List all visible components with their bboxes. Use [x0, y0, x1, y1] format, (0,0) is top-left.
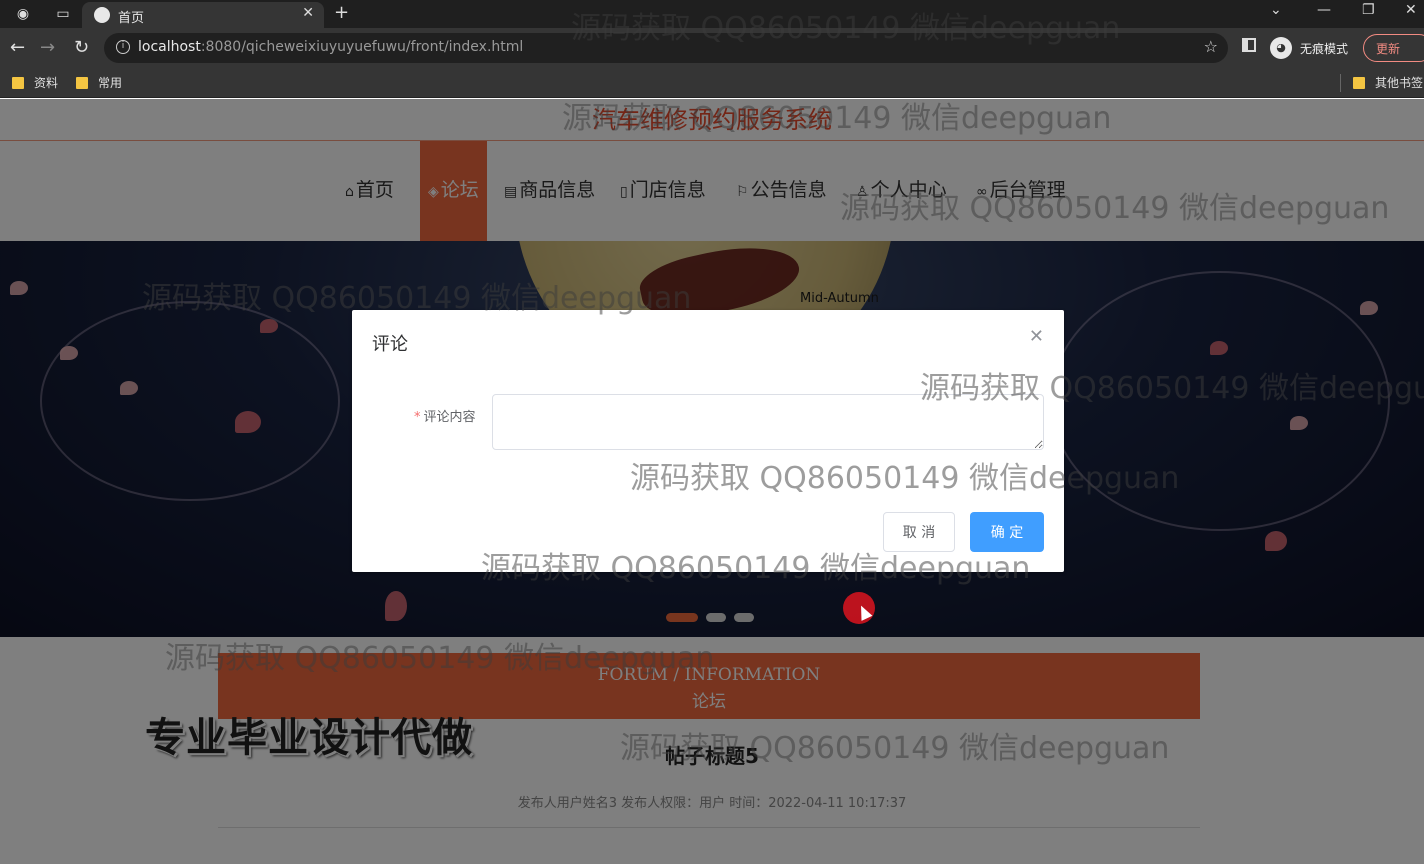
url-text[interactable]: localhost:8080/qicheweixiuyuyuefuwu/fron…	[138, 39, 523, 55]
incognito-label: 无痕模式	[1300, 41, 1349, 56]
bookmark-folder[interactable]: 常用	[76, 74, 122, 91]
required-mark: *	[414, 410, 421, 425]
close-icon[interactable]: ✕	[1029, 326, 1044, 347]
close-tab-icon[interactable]: ✕	[302, 5, 314, 21]
comment-textarea[interactable]	[492, 394, 1044, 450]
bookmarks-bar: 资料 常用 其他书签	[0, 68, 1424, 98]
tab-list-chevron-icon[interactable]: ⌄	[1270, 2, 1282, 18]
other-bookmarks-folder[interactable]: 其他书签	[1353, 74, 1423, 91]
incognito-icon: ◕	[1270, 37, 1292, 59]
folder-icon	[12, 76, 24, 89]
browser-tab-strip: ◉ ▭ 首页 ✕ + ⌄ — ❐ ✕	[0, 0, 1424, 28]
bookmark-folder[interactable]: 资料	[12, 74, 58, 91]
bookmarks-divider	[1340, 74, 1341, 92]
folder-icon	[1353, 76, 1365, 89]
dialog-title: 评论	[372, 334, 408, 355]
address-toolbar: ← → ↻ i localhost:8080/qicheweixiuyuyuef…	[0, 28, 1424, 68]
incognito-indicator[interactable]: ◕ 无痕模式	[1270, 36, 1348, 60]
tab-search-icon[interactable]: ▭	[54, 5, 72, 23]
forward-button[interactable]: →	[40, 37, 55, 58]
close-window-button[interactable]: ✕	[1405, 2, 1417, 18]
browser-profile-icon[interactable]: ◉	[14, 5, 32, 23]
bookmark-star-icon[interactable]: ☆	[1204, 37, 1218, 56]
back-button[interactable]: ←	[10, 37, 25, 58]
site-info-icon[interactable]: i	[116, 40, 130, 54]
tab-title: 首页	[118, 11, 145, 26]
new-tab-button[interactable]: +	[334, 2, 349, 23]
address-bar[interactable]: i localhost:8080/qicheweixiuyuyuefuwu/fr…	[104, 33, 1228, 63]
comment-dialog: 评论 ✕ * 评论内容 取 消 确 定	[352, 310, 1064, 572]
update-button[interactable]: 更新	[1363, 34, 1424, 62]
globe-icon	[94, 7, 110, 23]
comment-field-label: * 评论内容	[414, 410, 476, 425]
reload-button[interactable]: ↻	[74, 37, 89, 58]
side-panel-icon[interactable]	[1242, 38, 1256, 52]
confirm-button[interactable]: 确 定	[970, 512, 1044, 552]
folder-icon	[76, 76, 88, 89]
restore-button[interactable]: ❐	[1362, 2, 1375, 18]
minimize-button[interactable]: —	[1317, 2, 1331, 18]
cancel-button[interactable]: 取 消	[883, 512, 955, 552]
browser-tab[interactable]: 首页 ✕	[82, 2, 324, 28]
